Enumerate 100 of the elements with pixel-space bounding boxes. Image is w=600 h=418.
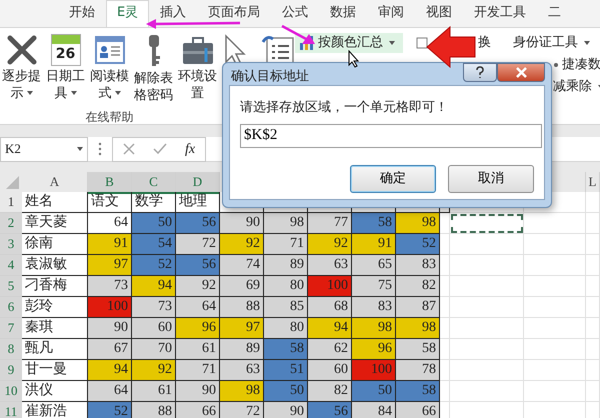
empty-cell [440, 360, 450, 381]
empty-cell [440, 339, 450, 360]
score-cell: 66 [396, 402, 440, 418]
row-header[interactable]: 7 [0, 318, 22, 339]
score-cell: 98 [264, 213, 308, 234]
score-cell: 65 [352, 255, 396, 276]
score-cell: 51 [264, 360, 308, 381]
score-cell: 92 [220, 234, 264, 255]
score-cell: 77 [308, 213, 352, 234]
empty-cell [524, 213, 586, 234]
close-button[interactable] [497, 63, 545, 82]
score-cell: 94 [88, 360, 132, 381]
annotation-arrow [280, 24, 316, 46]
empty-cell [586, 213, 600, 234]
ribbon-tab[interactable]: 插入 [149, 0, 198, 27]
column-header[interactable]: L [586, 172, 600, 194]
close-icon [516, 67, 526, 78]
empty-cell [440, 213, 450, 234]
dialog-button[interactable]: 确定 [350, 164, 436, 192]
row-header[interactable]: 2 [0, 213, 22, 234]
ribbon-tab[interactable]: 开始 [58, 0, 106, 27]
empty-cell [440, 234, 450, 255]
empty-cell [586, 297, 600, 318]
row-header[interactable]: 10 [0, 381, 22, 402]
score-cell: 56 [176, 255, 220, 276]
empty-cell [586, 360, 600, 381]
ribbon-tab[interactable]: 视图 [415, 0, 464, 27]
ribbon-button[interactable]: 解除表格密码 [132, 28, 175, 106]
score-cell: 88 [220, 297, 264, 318]
score-cell: 64 [88, 381, 132, 402]
ribbon-tab[interactable]: 数据 [319, 0, 368, 27]
ribbon-button[interactable]: 环境设置 [176, 28, 219, 106]
score-cell: 92 [132, 360, 176, 381]
help-button[interactable] [463, 63, 497, 82]
ribbon-tab[interactable]: 二 [537, 0, 572, 27]
score-cell: 100 [88, 297, 132, 318]
ribbon-tab[interactable]: 公式 [271, 0, 320, 27]
row-header[interactable]: 5 [0, 276, 22, 297]
score-cell: 70 [132, 339, 176, 360]
score-cell: 100 [308, 276, 352, 297]
row-header[interactable]: 9 [0, 360, 22, 381]
row-header[interactable]: 1 [0, 192, 22, 213]
row-header[interactable]: 6 [0, 297, 22, 318]
column-header[interactable]: C [132, 172, 176, 194]
tool-button[interactable]: 减乘除 [549, 77, 600, 97]
score-cell: 62 [308, 339, 352, 360]
score-cell: 83 [352, 297, 396, 318]
toolbox-icon [180, 34, 214, 66]
check-icon[interactable] [153, 143, 167, 155]
score-cell: 52 [88, 402, 132, 418]
score-cell: 84 [352, 402, 396, 418]
ribbon-tab[interactable]: 审阅 [367, 0, 416, 27]
tool-button[interactable]: 按颜色汇总 [295, 33, 403, 53]
ribbon-tab[interactable]: 页面布局 [197, 0, 272, 27]
calendar-icon: 26 [50, 34, 80, 66]
tool-button[interactable]: 身份证工具 [509, 33, 600, 53]
score-cell: 80 [264, 276, 308, 297]
empty-cell [586, 381, 600, 402]
empty-cell [440, 318, 450, 339]
annotation-arrow [426, 26, 476, 68]
empty-cell [524, 234, 586, 255]
column-header[interactable]: D [176, 172, 220, 194]
score-cell: 98 [396, 318, 440, 339]
score-cell: 63 [220, 360, 264, 381]
empty-cell [440, 381, 450, 402]
score-cell: 52 [132, 255, 176, 276]
dialog-button[interactable]: 取消 [448, 164, 534, 192]
score-cell: 72 [176, 234, 220, 255]
score-cell: 94 [132, 276, 176, 297]
tool-button[interactable]: 换 [474, 33, 495, 53]
row-header[interactable]: 11 [0, 402, 22, 418]
score-cell: 87 [396, 297, 440, 318]
ribbon-tab[interactable]: E灵 [106, 0, 150, 27]
score-cell: 72 [220, 402, 264, 418]
score-cell: 69 [220, 276, 264, 297]
empty-cell [586, 255, 600, 276]
row-header[interactable]: 4 [0, 255, 22, 276]
insert-function-button[interactable]: fx [185, 138, 196, 160]
score-cell: 64 [176, 297, 220, 318]
ribbon-button[interactable]: 26 日期工具 [44, 28, 87, 106]
ribbon-button[interactable]: 逐步提示 [0, 28, 43, 106]
ribbon-tab[interactable]: 开发工具 [463, 0, 538, 27]
column-header[interactable]: B [88, 172, 132, 194]
score-cell: 92 [308, 234, 352, 255]
score-cell: 60 [308, 360, 352, 381]
score-cell: 78 [396, 360, 440, 381]
row-header[interactable]: 8 [0, 339, 22, 360]
question-icon [475, 66, 485, 79]
row-header[interactable]: 3 [0, 234, 22, 255]
ribbon-button[interactable]: 阅读模式 [88, 28, 131, 106]
bullet-icon [553, 62, 559, 68]
score-cell: 50 [352, 381, 396, 402]
dialog-prompt: 请选择存放区域，一个单元格即可！ [240, 99, 449, 117]
cancel-icon[interactable] [123, 143, 135, 155]
score-cell: 73 [88, 276, 132, 297]
address-field[interactable]: $K$2 [240, 124, 542, 148]
empty-cell [440, 276, 450, 297]
score-cell: 98 [220, 381, 264, 402]
score-cell: 56 [308, 402, 352, 418]
score-cell: 52 [396, 234, 440, 255]
